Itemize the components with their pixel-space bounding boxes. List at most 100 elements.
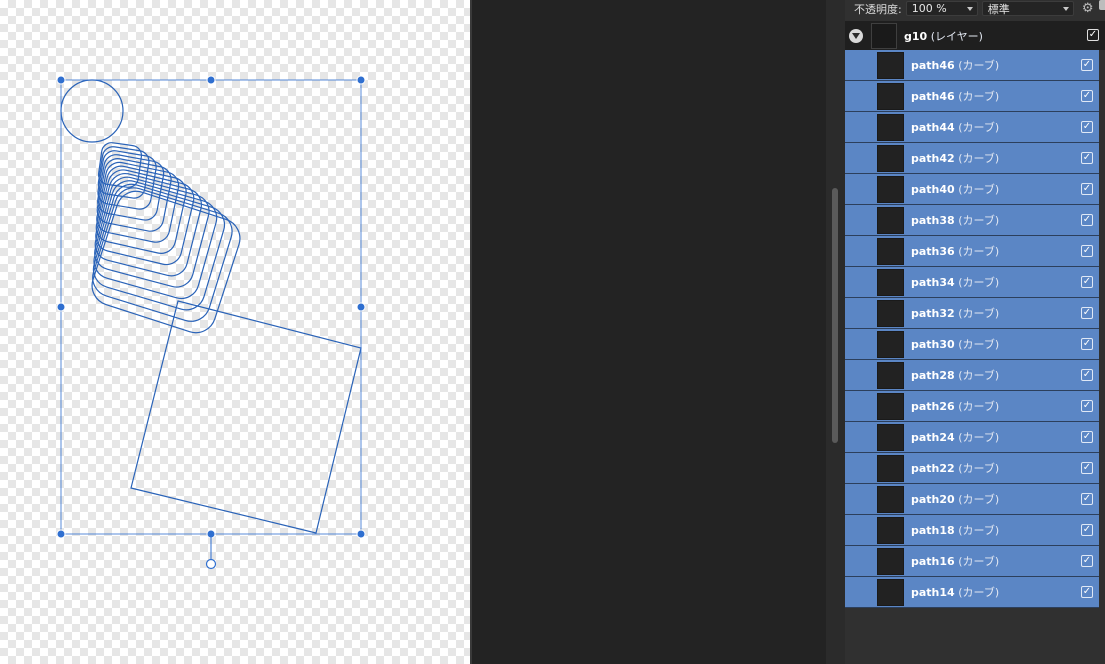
layer-row[interactable]: path44 (カーブ) ✓ xyxy=(845,112,1099,143)
layer-thumbnail xyxy=(877,299,904,327)
resize-handle[interactable] xyxy=(206,75,216,85)
resize-handle[interactable] xyxy=(56,302,66,312)
layer-row[interactable]: path22 (カーブ) ✓ xyxy=(845,453,1099,484)
workspace-area[interactable] xyxy=(472,0,826,664)
large-square-path[interactable] xyxy=(130,300,362,534)
layer-row[interactable]: path26 (カーブ) ✓ xyxy=(845,391,1099,422)
lock-icon[interactable] xyxy=(1099,0,1105,10)
layer-row[interactable]: path36 (カーブ) ✓ xyxy=(845,236,1099,267)
layer-kind: (カーブ) xyxy=(958,400,1000,413)
layer-thumbnail xyxy=(877,578,904,606)
layer-thumbnail xyxy=(877,113,904,141)
expand-toggle-icon[interactable] xyxy=(849,28,863,43)
layer-name: path40 xyxy=(911,183,955,196)
layer-name: path34 xyxy=(911,276,955,289)
layer-kind: (カーブ) xyxy=(958,183,1000,196)
layer-kind: (カーブ) xyxy=(958,276,1000,289)
layers-toolbar: 不透明度: 100 % 標準 ⚙ xyxy=(845,0,1105,17)
blend-mode-dropdown[interactable]: 標準 xyxy=(981,1,1074,16)
layer-thumbnail xyxy=(877,547,904,575)
document-canvas[interactable] xyxy=(0,0,470,664)
layer-kind: (カーブ) xyxy=(958,59,1000,72)
visibility-checkbox[interactable]: ✓ xyxy=(1081,59,1093,71)
chevron-down-icon xyxy=(966,7,973,11)
rotation-handle[interactable] xyxy=(205,558,217,570)
visibility-checkbox[interactable]: ✓ xyxy=(1081,183,1093,195)
layer-row[interactable]: path18 (カーブ) ✓ xyxy=(845,515,1099,546)
layer-thumbnail xyxy=(877,268,904,296)
layer-row[interactable]: path46 (カーブ) ✓ xyxy=(845,50,1099,81)
visibility-checkbox[interactable]: ✓ xyxy=(1081,400,1093,412)
visibility-checkbox[interactable]: ✓ xyxy=(1081,90,1093,102)
opacity-label: 不透明度: xyxy=(854,2,902,16)
layer-thumbnail xyxy=(877,485,904,513)
resize-handle[interactable] xyxy=(356,302,366,312)
visibility-checkbox[interactable]: ✓ xyxy=(1081,214,1093,226)
layer-name: path24 xyxy=(911,431,955,444)
layer-kind: (カーブ) xyxy=(958,90,1000,103)
layer-label: path18 (カーブ) xyxy=(911,522,999,538)
layer-group-row[interactable]: g10 (レイヤー) ✓ xyxy=(845,21,1105,50)
layer-kind: (カーブ) xyxy=(958,307,1000,320)
layer-thumbnail xyxy=(877,237,904,265)
layer-name: path16 xyxy=(911,555,955,568)
layer-row[interactable]: path30 (カーブ) ✓ xyxy=(845,329,1099,360)
visibility-checkbox[interactable]: ✓ xyxy=(1081,369,1093,381)
layer-row[interactable]: path42 (カーブ) ✓ xyxy=(845,143,1099,174)
visibility-checkbox[interactable]: ✓ xyxy=(1081,555,1093,567)
layer-thumbnail xyxy=(877,516,904,544)
selection-box[interactable] xyxy=(56,75,366,570)
resize-handle[interactable] xyxy=(56,529,66,539)
layer-name: path20 xyxy=(911,493,955,506)
layer-label: path24 (カーブ) xyxy=(911,429,999,445)
layer-row[interactable]: path14 (カーブ) ✓ xyxy=(845,577,1099,608)
layer-kind: (カーブ) xyxy=(958,493,1000,506)
circle-shape[interactable] xyxy=(60,79,124,143)
scrollbar-thumb[interactable] xyxy=(832,188,838,443)
layer-list: path46 (カーブ) ✓ path46 (カーブ) ✓ path44 (カーブ) ✓ p… xyxy=(845,50,1105,608)
layer-kind: (カーブ) xyxy=(958,121,1000,134)
gear-icon[interactable]: ⚙ xyxy=(1081,1,1095,16)
layer-thumbnail xyxy=(877,51,904,79)
visibility-checkbox[interactable]: ✓ xyxy=(1081,245,1093,257)
layer-row[interactable]: path38 (カーブ) ✓ xyxy=(845,205,1099,236)
layer-kind: (カーブ) xyxy=(958,369,1000,382)
visibility-checkbox[interactable]: ✓ xyxy=(1081,493,1093,505)
layer-row[interactable]: path46 (カーブ) ✓ xyxy=(845,81,1099,112)
layer-name: path46 xyxy=(911,59,955,72)
visibility-checkbox[interactable]: ✓ xyxy=(1081,152,1093,164)
layer-row[interactable]: path40 (カーブ) ✓ xyxy=(845,174,1099,205)
layer-label: g10 (レイヤー) xyxy=(904,28,983,44)
resize-handle[interactable] xyxy=(356,75,366,85)
layer-row[interactable]: path24 (カーブ) ✓ xyxy=(845,422,1099,453)
visibility-checkbox[interactable]: ✓ xyxy=(1081,121,1093,133)
layer-label: path40 (カーブ) xyxy=(911,181,999,197)
layer-kind: (カーブ) xyxy=(958,555,1000,568)
visibility-checkbox[interactable]: ✓ xyxy=(1081,431,1093,443)
layer-label: path20 (カーブ) xyxy=(911,491,999,507)
visibility-checkbox[interactable]: ✓ xyxy=(1087,29,1099,41)
selection-bounds[interactable] xyxy=(60,79,362,535)
layer-name: path26 xyxy=(911,400,955,413)
resize-handle[interactable] xyxy=(356,529,366,539)
visibility-checkbox[interactable]: ✓ xyxy=(1081,338,1093,350)
layer-row[interactable]: path20 (カーブ) ✓ xyxy=(845,484,1099,515)
canvas-artwork[interactable] xyxy=(0,0,470,664)
opacity-dropdown[interactable]: 100 % xyxy=(905,1,978,16)
visibility-checkbox[interactable]: ✓ xyxy=(1081,307,1093,319)
visibility-checkbox[interactable]: ✓ xyxy=(1081,586,1093,598)
layer-label: path46 (カーブ) xyxy=(911,88,999,104)
layer-row[interactable]: path28 (カーブ) ✓ xyxy=(845,360,1099,391)
layer-kind: (カーブ) xyxy=(958,152,1000,165)
artwork-group[interactable] xyxy=(60,79,362,534)
layer-row[interactable]: path34 (カーブ) ✓ xyxy=(845,267,1099,298)
layer-row[interactable]: path32 (カーブ) ✓ xyxy=(845,298,1099,329)
layer-row[interactable]: path16 (カーブ) ✓ xyxy=(845,546,1099,577)
visibility-checkbox[interactable]: ✓ xyxy=(1081,462,1093,474)
visibility-checkbox[interactable]: ✓ xyxy=(1081,524,1093,536)
layer-label: path32 (カーブ) xyxy=(911,305,999,321)
visibility-checkbox[interactable]: ✓ xyxy=(1081,276,1093,288)
blend-mode-value: 標準 xyxy=(987,2,1010,16)
layer-thumbnail xyxy=(877,330,904,358)
resize-handle[interactable] xyxy=(56,75,66,85)
